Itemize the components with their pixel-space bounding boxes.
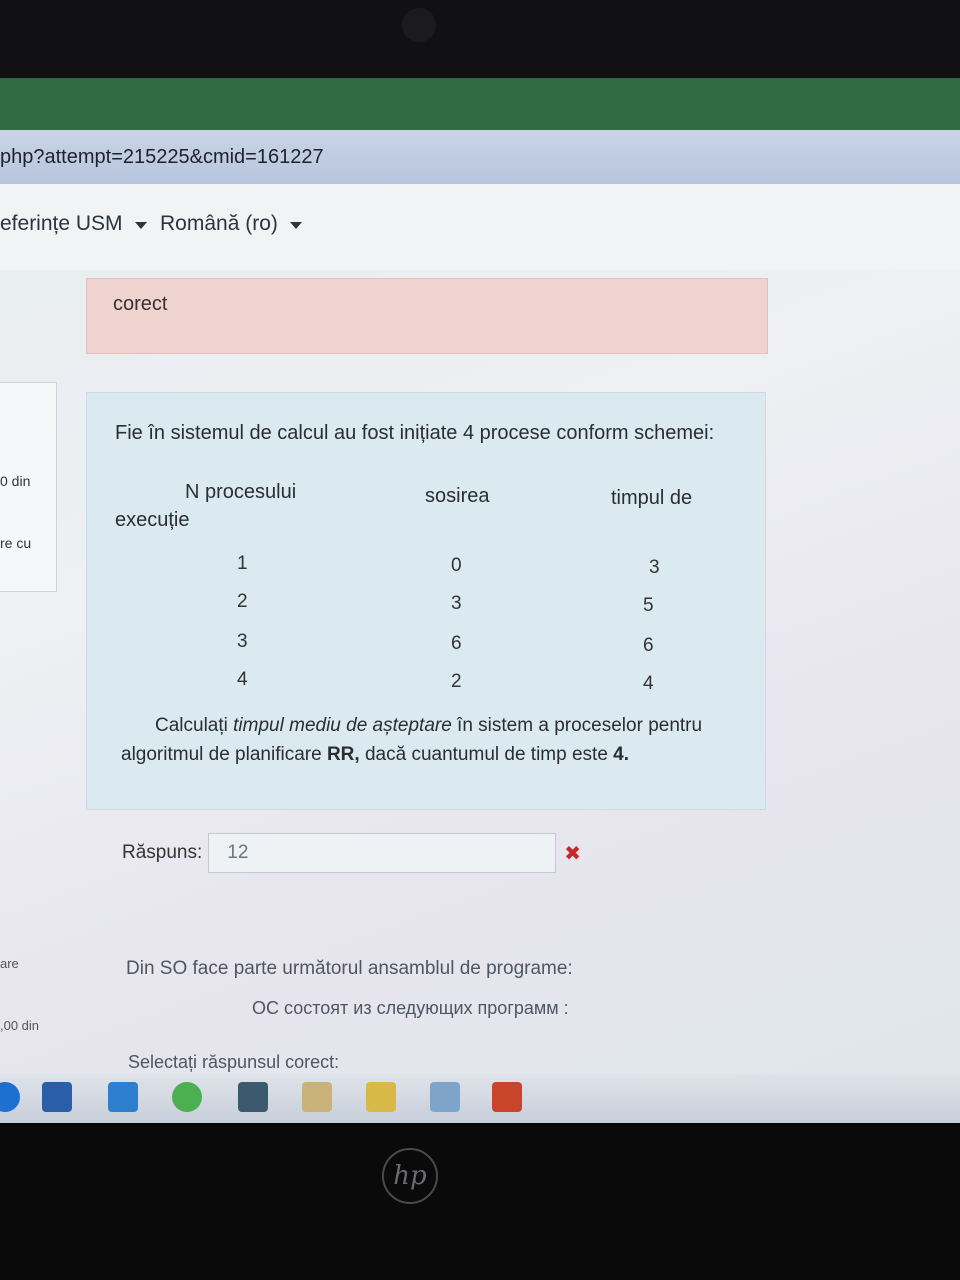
instruction-bold: RR, xyxy=(326,744,360,765)
cell-time: 5 xyxy=(643,595,654,616)
instruction-text: dacă cuantumul de timp este xyxy=(359,744,614,765)
url-text: php?attempt=215225&cmid=161227 xyxy=(0,146,324,168)
cell-time: 6 xyxy=(643,635,654,656)
feedback-text: corect xyxy=(113,293,168,315)
header-arrival: sosirea xyxy=(425,485,490,507)
answer-label: Răspuns: xyxy=(122,842,203,863)
header-exec-time: timpul de xyxy=(611,487,693,509)
taskbar xyxy=(0,1074,960,1123)
powerpoint-icon[interactable] xyxy=(492,1082,522,1112)
cell-time: 3 xyxy=(649,557,660,578)
cell-process: 1 xyxy=(237,553,248,574)
question-intro: Fie în sistemul de calcul au fost iniția… xyxy=(115,422,715,444)
sidebar-text: 0 din xyxy=(0,473,31,489)
cell-process: 2 xyxy=(237,591,248,612)
preferences-menu[interactable]: eferințe USM xyxy=(0,212,147,236)
chrome-icon[interactable] xyxy=(172,1082,202,1112)
chevron-down-icon xyxy=(289,221,302,229)
sidebar-text: are xyxy=(0,956,19,971)
preferences-label: eferințe USM xyxy=(0,212,123,235)
sidebar-text: re cu xyxy=(0,535,32,551)
chevron-down-icon xyxy=(134,221,147,229)
app-icon[interactable] xyxy=(238,1082,268,1112)
instruction-bold: 4. xyxy=(613,744,630,765)
question-instruction: Calculați timpul mediu de așteptare în s… xyxy=(121,711,741,769)
question-box: Fie în sistemul de calcul au fost iniția… xyxy=(86,392,766,810)
mail-icon[interactable] xyxy=(108,1082,138,1112)
next-question-text-ru: ОС состоят из следующих программ : xyxy=(252,998,569,1018)
cell-process: 3 xyxy=(237,631,248,652)
cell-arrival: 6 xyxy=(451,633,462,654)
edge-icon[interactable] xyxy=(0,1082,20,1112)
language-menu[interactable]: Română (ro) xyxy=(160,212,302,236)
answer-input[interactable] xyxy=(208,833,557,873)
quiz-navigation-panel: 0 din re cu xyxy=(0,382,57,592)
cell-arrival: 2 xyxy=(451,671,462,692)
store-icon[interactable] xyxy=(42,1082,72,1112)
cell-process: 4 xyxy=(237,669,248,690)
header-process: N procesului xyxy=(185,481,297,503)
feedback-box: corect xyxy=(86,278,768,354)
webcam xyxy=(402,8,436,42)
language-label: Română (ro) xyxy=(160,212,278,235)
screen: php?attempt=215225&cmid=161227 eferințe … xyxy=(0,78,960,1123)
answer-row: Răspuns: ✖ xyxy=(122,830,581,876)
explorer-icon[interactable] xyxy=(366,1082,396,1112)
instruction-emphasis: timpul mediu de așteptare xyxy=(233,715,452,736)
cell-arrival: 3 xyxy=(451,593,462,614)
folder-icon[interactable] xyxy=(430,1082,460,1112)
site-navbar: eferințe USM Română (ro) xyxy=(0,184,960,270)
laptop-bezel-top xyxy=(0,0,960,78)
sidebar-text: ,00 din xyxy=(0,1018,40,1033)
next-question-text: Din SO face parte următorul ansamblul de… xyxy=(126,958,573,979)
cell-arrival: 0 xyxy=(451,555,462,576)
incorrect-icon: ✖ xyxy=(564,842,582,865)
notepad-icon[interactable] xyxy=(302,1082,332,1112)
header-exec-time-2: execuție xyxy=(115,509,190,531)
address-bar[interactable]: php?attempt=215225&cmid=161227 xyxy=(0,130,960,184)
select-answer-prompt: Selectați răspunsul corect: xyxy=(128,1052,340,1072)
laptop-bezel-bottom xyxy=(0,1123,960,1280)
hp-logo: hp xyxy=(382,1148,438,1204)
instruction-text: Calculați xyxy=(155,715,234,736)
cell-time: 4 xyxy=(643,673,654,694)
browser-frame xyxy=(0,78,960,130)
